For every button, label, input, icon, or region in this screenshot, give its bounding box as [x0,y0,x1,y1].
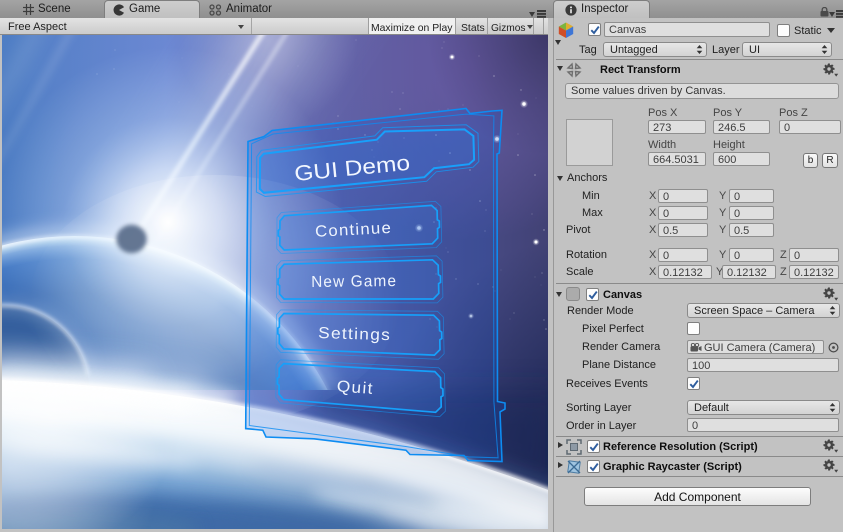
svg-text:Quit: Quit [336,378,374,398]
svg-text:New Game: New Game [311,273,397,291]
svg-text:Settings: Settings [318,325,391,344]
